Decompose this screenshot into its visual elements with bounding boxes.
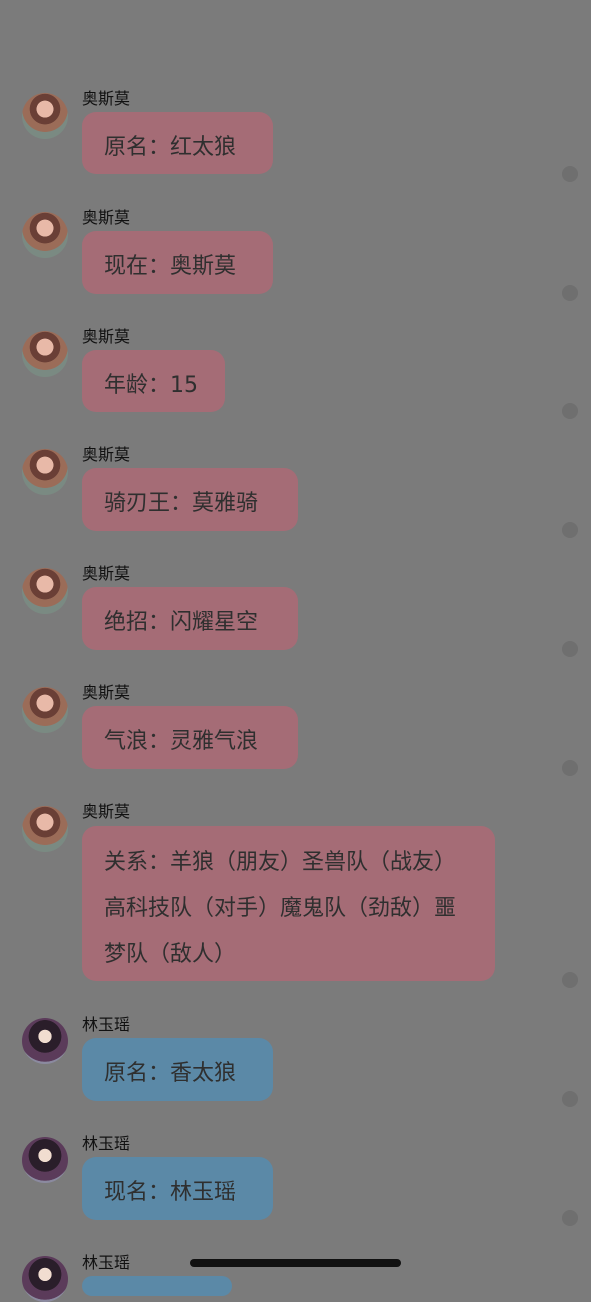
- avatar[interactable]: [22, 687, 68, 733]
- avatar[interactable]: [22, 331, 68, 377]
- avatar[interactable]: [22, 1137, 68, 1183]
- message-bubble[interactable]: 骑刃王：莫雅骑: [82, 468, 298, 531]
- avatar[interactable]: [22, 449, 68, 495]
- sender-name: 奥斯莫: [82, 445, 131, 464]
- sender-name: 奥斯莫: [82, 327, 131, 346]
- sender-name: 奥斯莫: [82, 802, 131, 821]
- select-radio[interactable]: [562, 760, 578, 776]
- message-bubble[interactable]: 绝招：闪耀星空: [82, 587, 298, 650]
- avatar[interactable]: [22, 212, 68, 258]
- message-bubble[interactable]: 关系：羊狼（朋友）圣兽队（战友）高科技队（对手）魔鬼队（劲敌）噩梦队（敌人）: [82, 826, 495, 981]
- select-radio[interactable]: [562, 403, 578, 419]
- sender-name: 奥斯莫: [82, 208, 131, 227]
- message-bubble[interactable]: 气浪：灵雅气浪: [82, 706, 298, 769]
- sender-name: 奥斯莫: [82, 683, 131, 702]
- select-radio[interactable]: [562, 972, 578, 988]
- message-bubble[interactable]: 现在：奥斯莫: [82, 231, 273, 294]
- avatar[interactable]: [22, 1256, 68, 1302]
- avatar[interactable]: [22, 568, 68, 614]
- select-radio[interactable]: [562, 285, 578, 301]
- select-radio[interactable]: [562, 641, 578, 657]
- sender-name: 林玉瑶: [82, 1253, 131, 1272]
- sender-name: 林玉瑶: [82, 1015, 131, 1034]
- message-bubble[interactable]: 现名：林玉瑶: [82, 1157, 273, 1220]
- sender-name: 奥斯莫: [82, 89, 131, 108]
- select-radio[interactable]: [562, 522, 578, 538]
- message-bubble[interactable]: 原名：红太狼: [82, 112, 273, 174]
- sender-name: 奥斯莫: [82, 564, 131, 583]
- avatar[interactable]: [22, 1018, 68, 1064]
- select-radio[interactable]: [562, 1091, 578, 1107]
- select-radio[interactable]: [562, 166, 578, 182]
- chat-list[interactable]: 奥斯莫 原名：红太狼 奥斯莫 现在：奥斯莫 奥斯莫 年龄：15 奥斯莫 骑刃王：…: [0, 0, 591, 1302]
- home-indicator[interactable]: [190, 1259, 401, 1267]
- sender-name: 林玉瑶: [82, 1134, 131, 1153]
- avatar[interactable]: [22, 93, 68, 139]
- avatar[interactable]: [22, 806, 68, 852]
- message-bubble[interactable]: [82, 1276, 232, 1296]
- select-radio[interactable]: [562, 1210, 578, 1226]
- message-bubble[interactable]: 年龄：15: [82, 350, 225, 412]
- message-bubble[interactable]: 原名：香太狼: [82, 1038, 273, 1101]
